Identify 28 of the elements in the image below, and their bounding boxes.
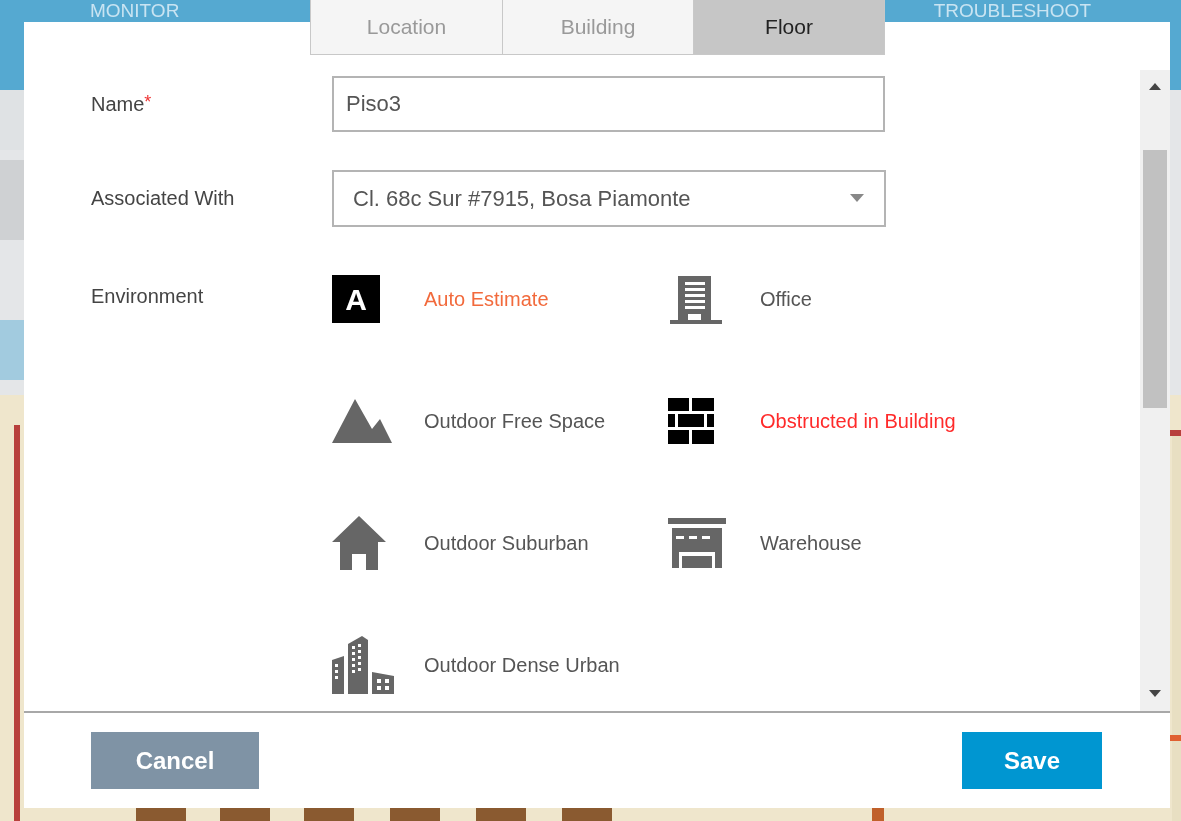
scroll-down-icon[interactable]	[1149, 690, 1161, 697]
scrollbar[interactable]	[1140, 70, 1170, 711]
field-label: Environment	[91, 284, 205, 309]
field-label: Name	[91, 92, 145, 117]
environment-option[interactable]: Obstructed in Building	[668, 391, 1008, 451]
brick-wall-icon	[668, 398, 714, 444]
warehouse-icon	[668, 518, 726, 568]
office-building-icon	[668, 274, 724, 324]
associated-dropdown[interactable]: Cl. 68c Sur #7915, Bosa Piamonte	[332, 169, 886, 227]
environment-option[interactable]: Outdoor Free Space	[332, 391, 668, 451]
environment-option[interactable]: Warehouse	[668, 513, 1008, 573]
environment-option[interactable]: A Auto Estimate	[332, 269, 668, 329]
city-buildings-icon	[332, 636, 394, 694]
background-panel	[0, 320, 24, 380]
mountain-icon	[332, 399, 392, 443]
scroll-up-icon[interactable]	[1149, 83, 1161, 90]
environment-option[interactable]: Outdoor Suburban	[332, 513, 668, 573]
scrollbar-thumb[interactable]	[1143, 150, 1167, 408]
caret-icon	[850, 194, 864, 202]
house-icon	[332, 516, 386, 570]
auto-letter-icon: A	[332, 275, 380, 323]
background-panel	[0, 90, 24, 150]
environment-option[interactable]: Outdoor Dense Urban	[332, 635, 668, 695]
tab[interactable]: Floor	[693, 0, 884, 54]
name-field[interactable]: Piso3	[332, 76, 885, 132]
environment-option[interactable]: Office	[668, 269, 1008, 329]
field-label: Associated With	[91, 186, 236, 211]
required-mark: *	[144, 91, 152, 114]
